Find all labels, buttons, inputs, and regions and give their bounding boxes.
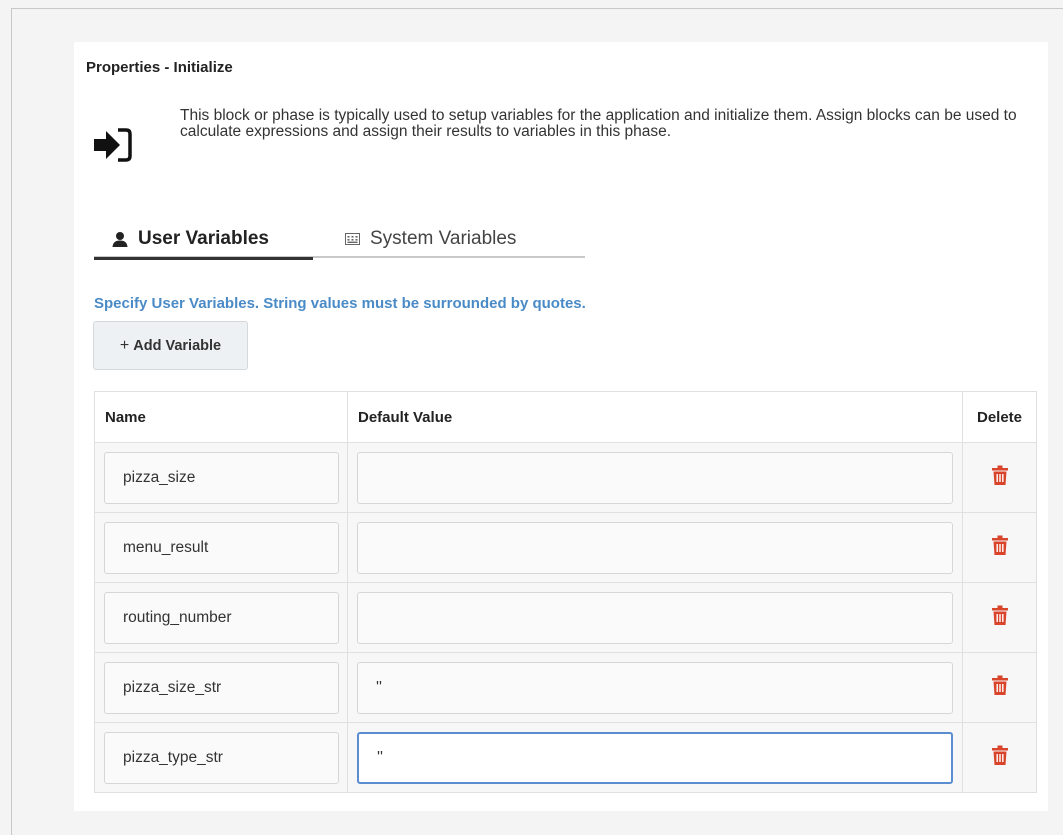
variable-name-input[interactable]	[104, 451, 339, 504]
phase-description: This block or phase is typically used to…	[180, 107, 1017, 140]
variable-name-input[interactable]	[104, 731, 339, 784]
trash-icon[interactable]	[991, 465, 1008, 490]
tab-system-variables[interactable]: System Variables	[343, 220, 516, 258]
keyboard-icon	[345, 233, 360, 245]
column-header-name: Name	[94, 391, 348, 443]
variable-tabs: User Variables System Variables	[94, 220, 585, 260]
column-header-default-value: Default Value	[347, 391, 963, 443]
default-value-input[interactable]	[357, 731, 953, 784]
tab-user-variables-label: User Variables	[138, 227, 269, 249]
default-value-input[interactable]	[357, 521, 953, 574]
table-row	[94, 512, 1037, 583]
trash-icon[interactable]	[991, 605, 1008, 630]
variable-name-input[interactable]	[104, 661, 339, 714]
sign-in-icon	[94, 128, 132, 162]
properties-panel: Properties - Initialize This block or ph…	[74, 42, 1048, 811]
table-row	[94, 722, 1037, 793]
variable-name-input[interactable]	[104, 591, 339, 644]
panel-title: Properties - Initialize	[86, 59, 233, 76]
column-header-delete: Delete	[962, 391, 1037, 443]
tab-system-variables-label: System Variables	[370, 228, 517, 249]
default-value-input[interactable]	[357, 661, 953, 714]
add-variable-label: Add Variable	[133, 337, 222, 354]
table-row	[94, 582, 1037, 653]
add-variable-button[interactable]: + Add Variable	[93, 321, 248, 370]
tab-user-variables[interactable]: User Variables	[94, 220, 313, 260]
default-value-input[interactable]	[357, 451, 953, 504]
trash-icon[interactable]	[991, 745, 1008, 770]
table-row	[94, 442, 1037, 513]
user-variables-hint: Specify User Variables. String values mu…	[94, 295, 586, 312]
table-row	[94, 652, 1037, 723]
trash-icon[interactable]	[991, 675, 1008, 700]
variable-name-input[interactable]	[104, 521, 339, 574]
plus-icon: +	[119, 336, 130, 354]
default-value-input[interactable]	[357, 591, 953, 644]
window-frame: Properties - Initialize This block or ph…	[11, 8, 1063, 835]
trash-icon[interactable]	[991, 535, 1008, 560]
table-header-row: Name Default Value Delete	[94, 391, 1037, 443]
user-icon	[112, 231, 128, 247]
user-variables-table: Name Default Value Delete	[94, 391, 1037, 793]
